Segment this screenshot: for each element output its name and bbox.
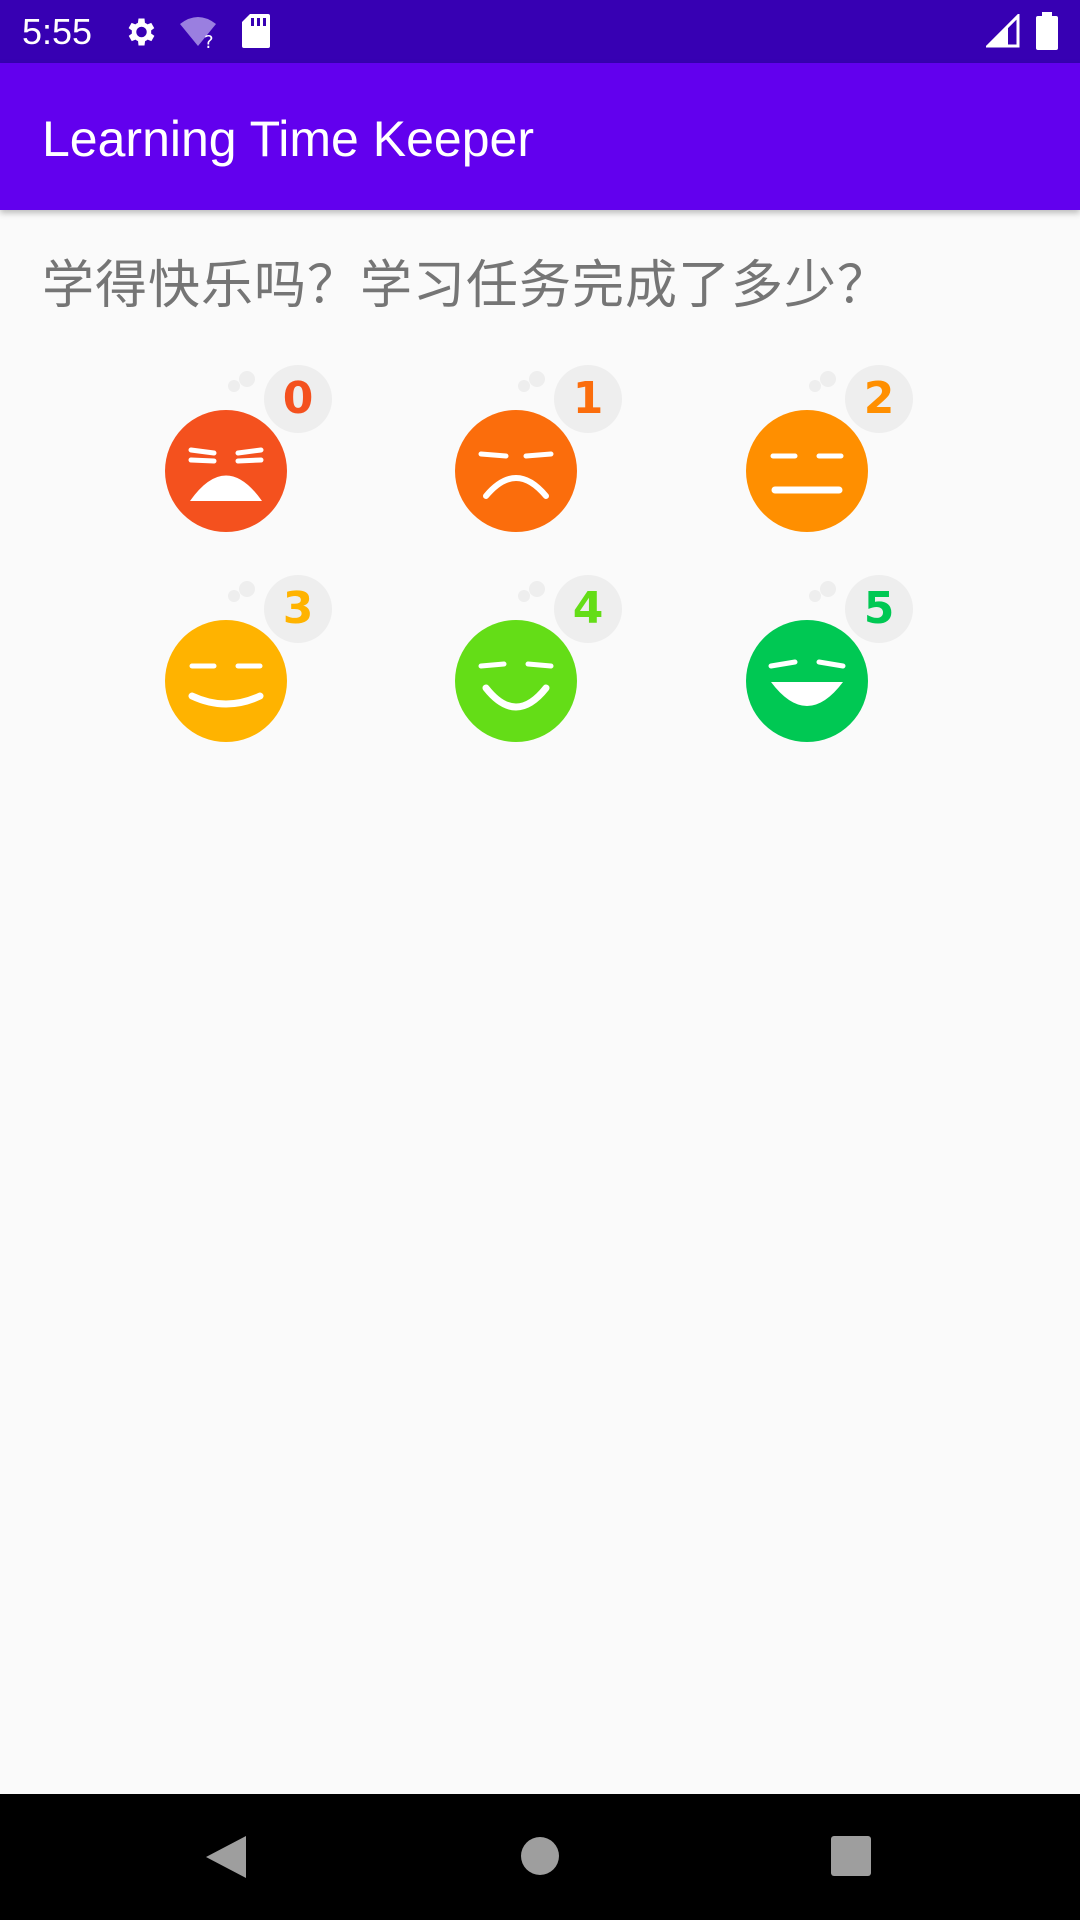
- rating-face-2[interactable]: 2: [727, 360, 913, 532]
- back-icon[interactable]: [204, 1834, 248, 1885]
- battery-icon: [1036, 12, 1058, 55]
- home-icon[interactable]: [520, 1836, 560, 1881]
- question-text: 学得快乐吗？学习任务完成了多少？: [42, 256, 891, 316]
- rating-face-3[interactable]: 3: [146, 570, 332, 742]
- rating-face-5[interactable]: 5: [727, 570, 913, 742]
- rating-face-0[interactable]: 0: [146, 360, 332, 532]
- app-title: Learning Time Keeper: [42, 111, 534, 167]
- navigation-bar: [0, 1794, 1080, 1920]
- signal-icon: [984, 12, 1020, 53]
- rating-face-grid: 0 1 2 3 4 5: [0, 360, 1080, 760]
- status-bar: 5:55 ?: [0, 0, 1080, 63]
- app-bar: Learning Time Keeper: [0, 63, 1080, 210]
- wifi-unknown-icon: ?: [178, 14, 218, 55]
- rating-face-4[interactable]: 4: [436, 570, 622, 742]
- rating-value-4: 4: [572, 583, 604, 634]
- svg-text:?: ?: [204, 32, 214, 50]
- recents-icon[interactable]: [831, 1836, 871, 1881]
- rating-value-0: 0: [282, 373, 314, 424]
- gear-icon: [122, 14, 158, 55]
- rating-value-5: 5: [863, 583, 895, 634]
- rating-value-2: 2: [863, 373, 895, 424]
- sd-card-icon: [242, 14, 270, 53]
- rating-value-3: 3: [282, 583, 314, 634]
- rating-face-1[interactable]: 1: [436, 360, 622, 532]
- rating-value-1: 1: [572, 373, 604, 424]
- status-time: 5:55: [22, 11, 93, 52]
